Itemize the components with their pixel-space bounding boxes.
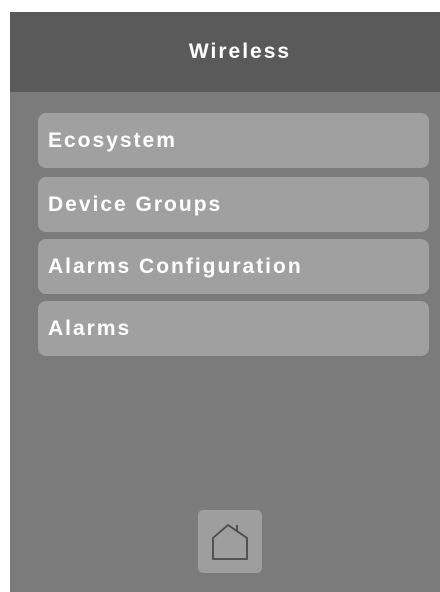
menu-item-label: Ecosystem [48, 128, 177, 152]
menu-item-ecosystem[interactable]: Ecosystem [38, 113, 429, 168]
menu-item-device-groups[interactable]: Device Groups [38, 177, 429, 232]
menu-item-alarms-configuration[interactable]: Alarms Configuration [38, 239, 429, 294]
menu-list: Ecosystem Device Groups Alarms Configura… [38, 113, 429, 363]
page-title: Wireless [188, 40, 292, 63]
home-icon [212, 523, 248, 560]
wireless-screen: Wireless Ecosystem Device Groups Alarms … [10, 12, 440, 592]
menu-item-alarms[interactable]: Alarms [38, 301, 429, 356]
menu-item-label: Device Groups [48, 192, 223, 216]
title-bar: Wireless [10, 12, 440, 92]
menu-item-label: Alarms [48, 316, 132, 340]
menu-item-label: Alarms Configuration [48, 254, 303, 278]
home-button[interactable] [198, 510, 262, 573]
